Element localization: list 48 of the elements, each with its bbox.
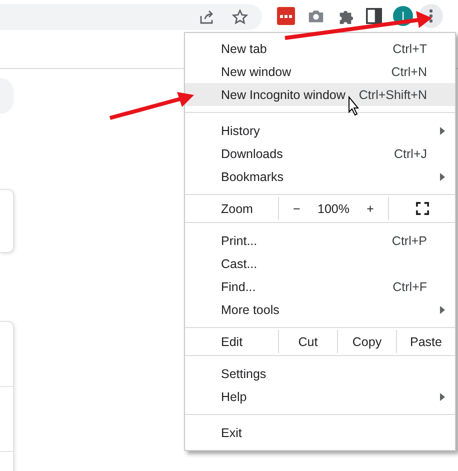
menu-item-label: Settings <box>221 366 268 380</box>
menu-item[interactable]: Cast... <box>185 252 455 275</box>
menu-item[interactable]: New window Ctrl+N <box>185 60 455 83</box>
menu-item-label: Find... <box>221 280 257 294</box>
menu-item-label: Bookmarks <box>221 170 285 184</box>
shortcut-text: Ctrl+Shift+N <box>358 88 427 102</box>
camera-icon[interactable] <box>307 8 325 24</box>
zoom-out-button[interactable]: − <box>291 202 302 216</box>
menu-item[interactable]: More tools <box>185 298 455 321</box>
menu-item-label: Print... <box>221 234 258 248</box>
shortcut-text: Ctrl+P <box>392 234 427 248</box>
menu-item[interactable]: Find... Ctrl+F <box>185 275 455 298</box>
menu-item[interactable]: Help <box>185 385 455 408</box>
menu-item-label: History <box>221 124 261 138</box>
menu-item-label: Help <box>221 390 248 404</box>
side-panel-icon[interactable] <box>366 8 382 24</box>
menu-item-label: More tools <box>221 302 280 316</box>
share-icon[interactable] <box>199 9 215 25</box>
shortcut-text: Ctrl+T <box>392 42 427 56</box>
shortcut-text: Ctrl+J <box>394 146 427 160</box>
menu-item[interactable]: New tab Ctrl+T <box>185 37 455 60</box>
edit-label: Edit <box>221 334 244 348</box>
extension-icon[interactable] <box>277 7 295 25</box>
menu-item-label: Cast... <box>221 256 258 270</box>
menu-item[interactable]: New Incognito window Ctrl+Shift+N <box>185 83 455 106</box>
zoom-in-button[interactable]: + <box>364 202 376 216</box>
shortcut-text: Ctrl+N <box>391 64 427 78</box>
menu-item[interactable]: Print... Ctrl+P <box>185 229 455 252</box>
menu-item-label: Exit <box>221 426 243 440</box>
shortcut-text: Ctrl+F <box>392 280 427 294</box>
menu-item[interactable]: Downloads Ctrl+J <box>185 142 455 165</box>
menu-item-label: New window <box>221 64 292 78</box>
fullscreen-icon <box>416 202 428 215</box>
edit-button[interactable]: Copy <box>337 330 396 353</box>
menu-item[interactable]: Bookmarks <box>185 165 455 188</box>
edit-button[interactable]: Paste <box>396 330 455 353</box>
menu-item-label: New Incognito window <box>221 88 346 102</box>
menu-item-label: Downloads <box>221 146 284 160</box>
menu-item[interactable]: Exit <box>185 421 455 444</box>
edit-button[interactable]: Cut <box>278 330 337 353</box>
menu-item-label: New tab <box>221 42 268 56</box>
zoom-label: Zoom <box>221 202 254 216</box>
zoom-level: 100% <box>318 202 350 216</box>
more-icon <box>429 9 433 23</box>
menu-item[interactable]: Settings <box>185 362 455 385</box>
menu-item[interactable]: History <box>185 119 455 142</box>
cursor-icon <box>348 96 360 116</box>
star-icon[interactable] <box>232 9 248 25</box>
